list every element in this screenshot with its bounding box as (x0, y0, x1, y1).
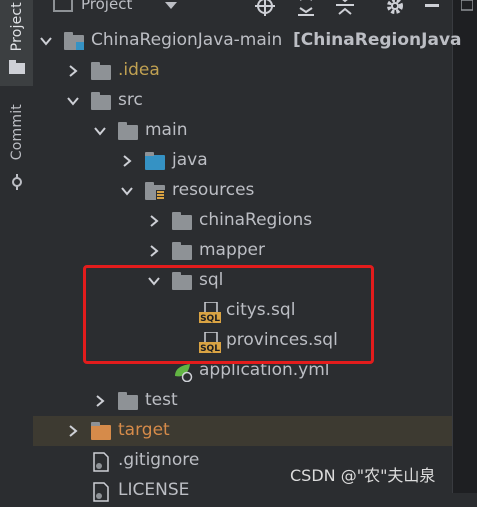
file-icon (91, 452, 111, 472)
commit-tab-label: Commit (8, 104, 25, 161)
commit-tool-tab[interactable]: Commit (0, 104, 33, 196)
chevron-right-icon[interactable] (93, 394, 107, 408)
tree-row[interactable]: test (33, 386, 452, 416)
tree-item-label: java (172, 150, 208, 170)
folder-icon (172, 212, 192, 230)
source-folder-icon (145, 152, 165, 170)
excluded-folder-icon (91, 422, 111, 440)
tool-window-strip: Project Commit (0, 0, 34, 493)
resources-folder-icon (145, 182, 165, 200)
tree-row[interactable]: .idea (33, 56, 452, 86)
tree-row[interactable]: ChinaRegionJava-main [ChinaRegionJava (33, 26, 462, 56)
module-name-suffix: [ChinaRegionJava (293, 30, 462, 50)
project-tab-label: Project (8, 2, 25, 52)
project-toolbar: Project (33, 0, 452, 20)
tree-item-label: .gitignore (118, 450, 200, 470)
editor-gutter (452, 0, 477, 493)
chevron-right-icon[interactable] (147, 244, 161, 258)
watermark: CSDN @"农"夫山泉 (290, 466, 436, 485)
commit-icon (12, 174, 22, 190)
folder-icon (118, 392, 138, 410)
tree-row[interactable]: target (33, 416, 452, 446)
folder-icon (91, 62, 111, 80)
tree-row[interactable]: resources (33, 176, 452, 206)
collapse-all-icon[interactable] (336, 0, 354, 16)
chevron-right-icon[interactable] (66, 64, 80, 78)
chevron-down-icon[interactable] (164, 1, 178, 11)
project-view-icon (53, 0, 73, 12)
locate-icon[interactable] (255, 0, 275, 16)
toolbar-title: Project (81, 0, 133, 13)
chevron-down-icon[interactable] (66, 94, 80, 108)
tree-item-label: .idea (118, 60, 160, 80)
tree-row[interactable]: main (33, 116, 452, 146)
module-folder-icon (64, 32, 84, 50)
tree-item-label: test (145, 390, 178, 410)
file-icon (91, 482, 111, 502)
folder-icon (118, 122, 138, 140)
chevron-right-icon[interactable] (120, 154, 134, 168)
chevron-down-icon[interactable] (39, 34, 53, 48)
annotation-highlight-box (83, 265, 374, 364)
expand-all-icon[interactable] (297, 0, 315, 16)
tree-item-label: chinaRegions (199, 210, 313, 230)
panel-corner-icon (461, 0, 473, 11)
tree-item-label: mapper (199, 240, 266, 260)
gear-icon[interactable] (385, 0, 405, 16)
chevron-down-icon[interactable] (93, 124, 107, 138)
folder-icon (172, 242, 192, 260)
tree-item-label: resources (172, 180, 255, 200)
tree-row[interactable]: src (33, 86, 452, 116)
tree-row[interactable]: mapper (33, 236, 452, 266)
tree-item-label: LICENSE (118, 480, 190, 500)
yml-file-icon (172, 362, 193, 383)
folder-icon (91, 92, 111, 110)
tree-item-label: target (118, 420, 170, 440)
chevron-down-icon[interactable] (120, 184, 134, 198)
tree-row[interactable]: chinaRegions (33, 206, 452, 236)
tree-item-label: ChinaRegionJava-main (91, 30, 283, 50)
minimize-icon[interactable] (425, 4, 439, 8)
folder-icon (9, 60, 25, 74)
tree-row[interactable]: java (33, 146, 452, 176)
chevron-right-icon[interactable] (147, 214, 161, 228)
project-tool-tab[interactable]: Project (0, 0, 33, 86)
tree-item-label: main (145, 120, 188, 140)
chevron-right-icon[interactable] (66, 424, 80, 438)
tree-item-label: src (118, 90, 143, 110)
